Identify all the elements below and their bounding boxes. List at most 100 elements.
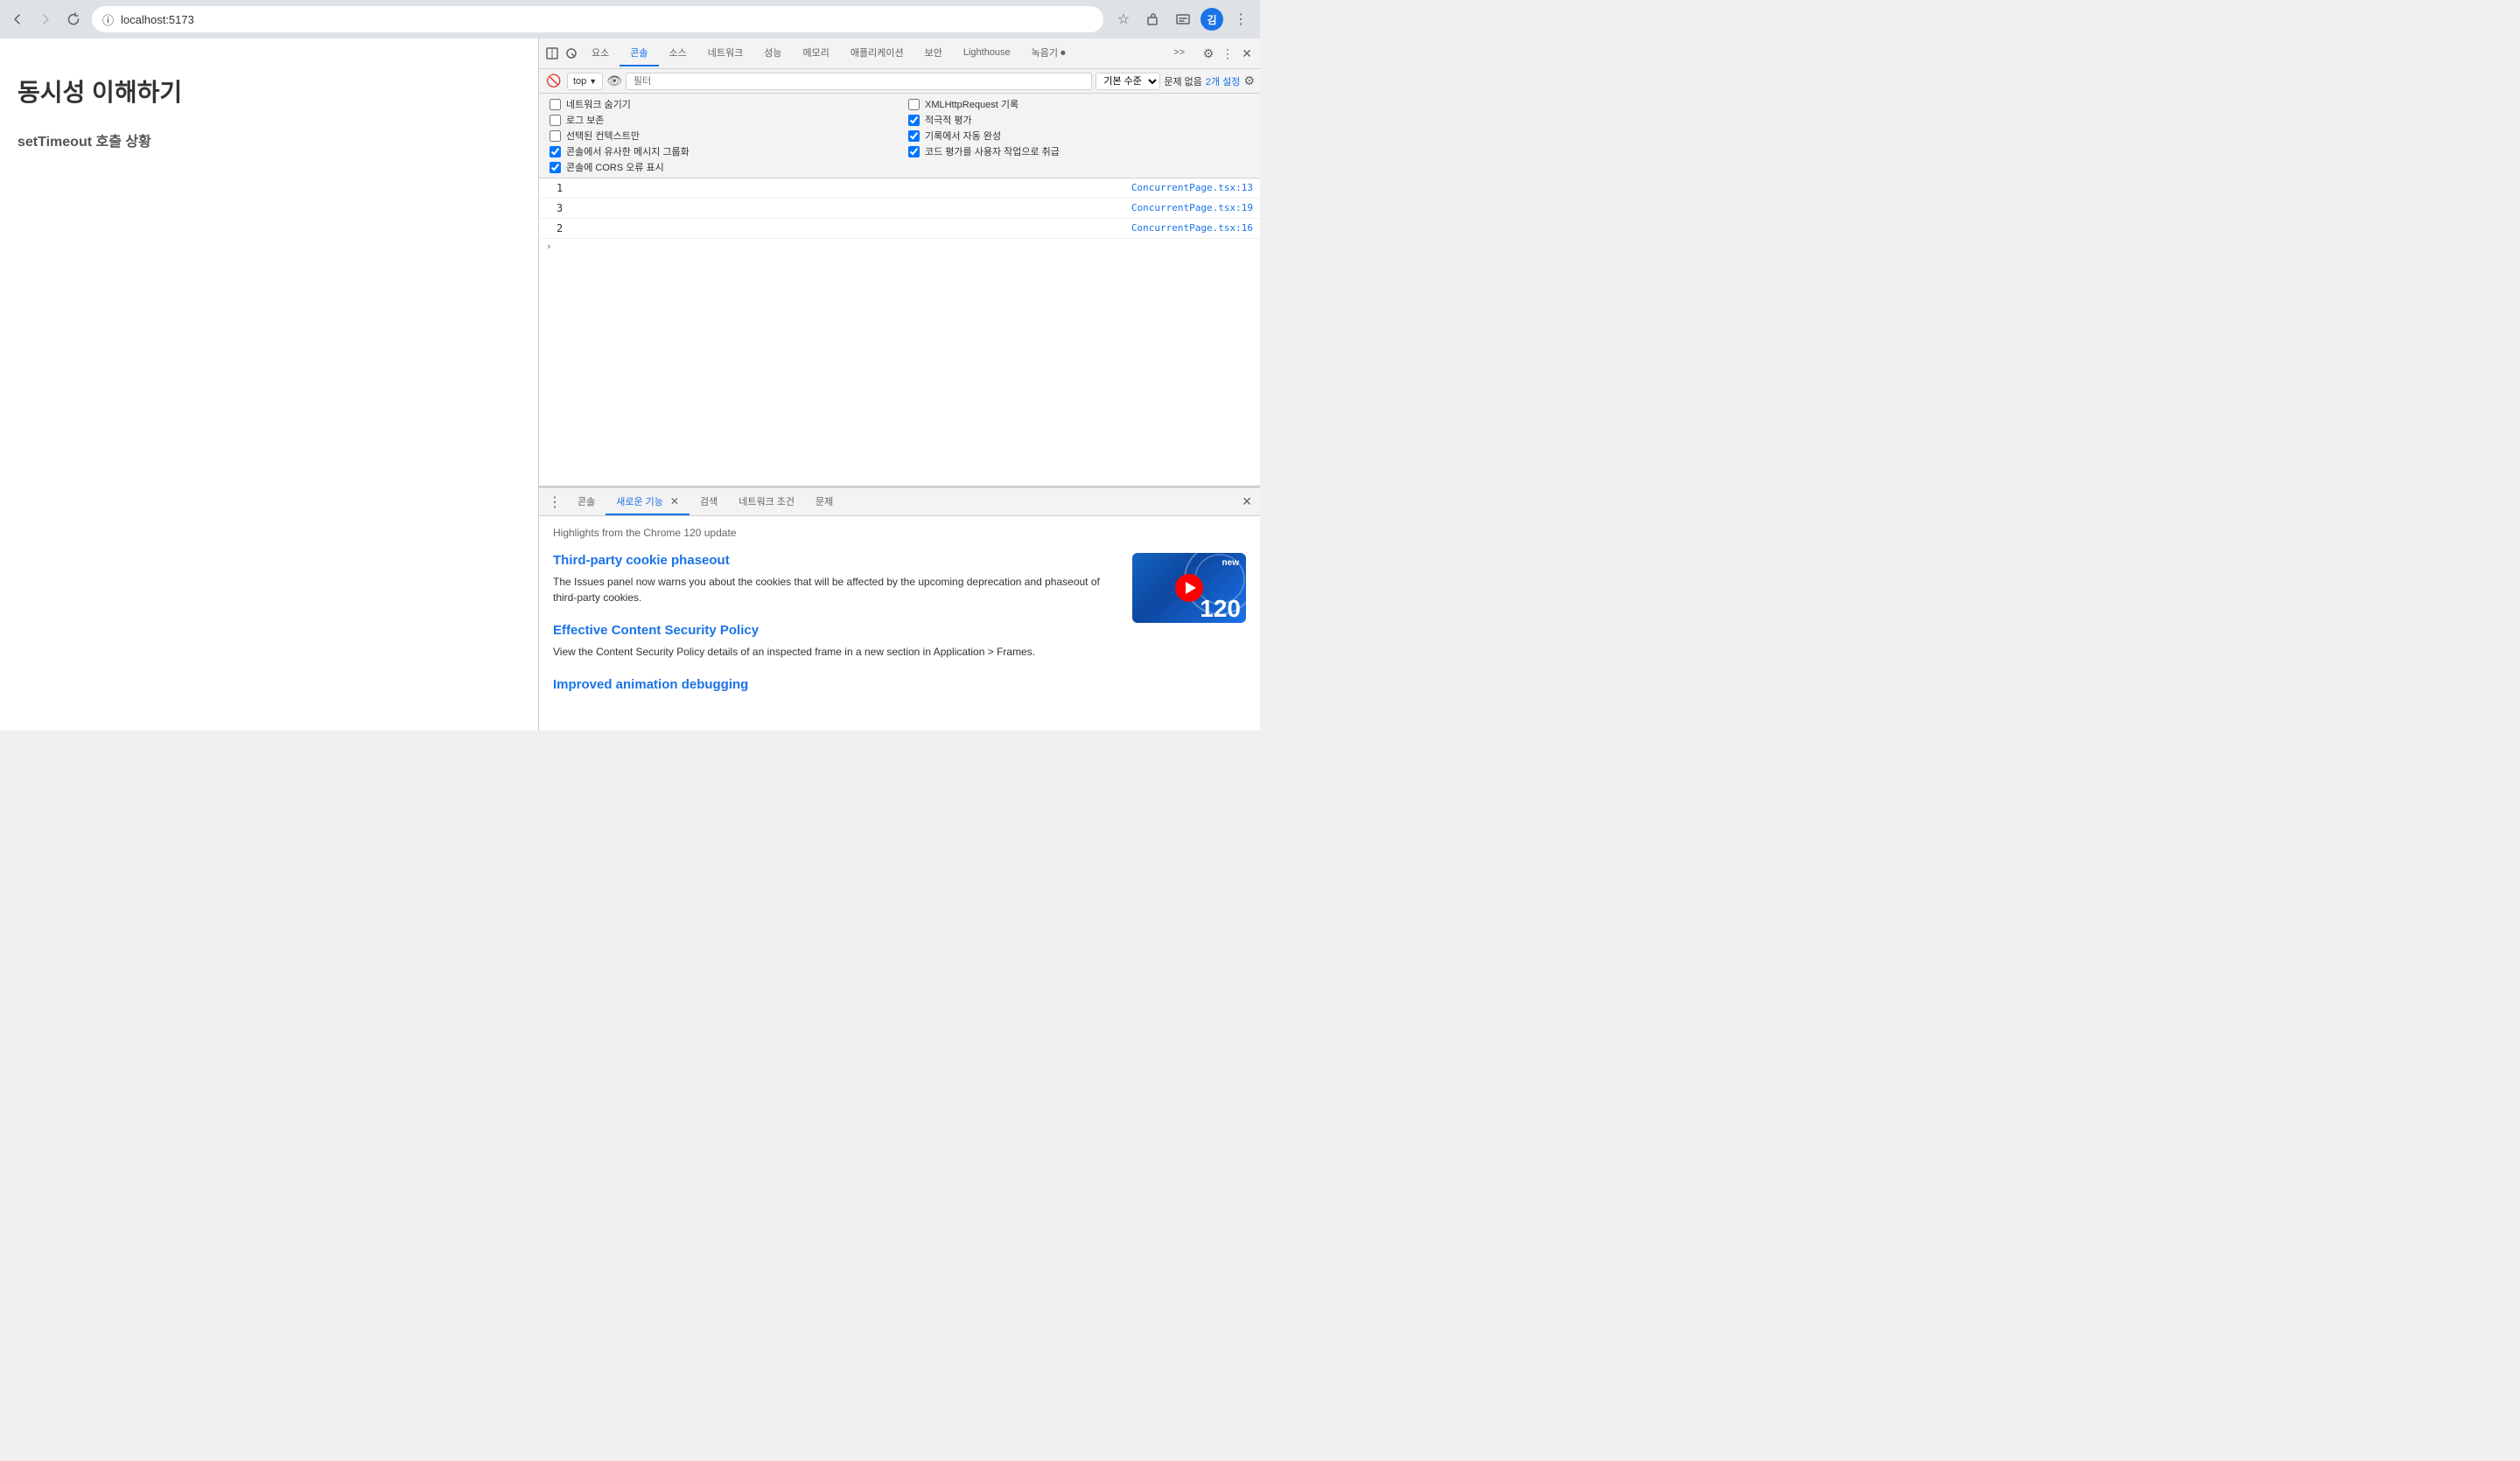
option-xmlhttp-checkbox[interactable] <box>908 99 920 110</box>
issues-count: 2개 설정 <box>1206 74 1241 88</box>
url-text: localhost:5173 <box>121 13 194 26</box>
option-cors-errors[interactable]: 콘솔에 CORS 오류 표시 <box>550 160 891 174</box>
address-bar[interactable]: ⓘ localhost:5173 <box>91 5 1104 33</box>
thumbnail-new-label: new <box>1222 558 1239 568</box>
option-log-preserve-checkbox[interactable] <box>550 115 561 126</box>
tab-memory[interactable]: 메모리 <box>792 40 839 66</box>
tab-application[interactable]: 애플리케이션 <box>840 40 914 66</box>
console-value-2: 2 <box>556 220 574 236</box>
devtools-settings-button[interactable]: ⚙ <box>1199 44 1218 63</box>
context-selector[interactable]: top ▼ <box>567 73 603 90</box>
option-network-hide-checkbox[interactable] <box>550 99 561 110</box>
bottom-menu-icon[interactable]: ⋮ <box>542 493 567 511</box>
eye-icon[interactable]: 👁 <box>606 73 622 88</box>
tab-lighthouse[interactable]: Lighthouse <box>953 42 1021 65</box>
bottom-tab-issues[interactable]: 문제 <box>805 489 844 515</box>
option-cors-errors-checkbox[interactable] <box>550 162 561 173</box>
profile-avatar[interactable]: 김 <box>1200 8 1223 31</box>
whatsnew-header: Highlights from the Chrome 120 update <box>553 527 1246 539</box>
devtools-tabs: 요소 콘솔 소스 네트워크 성능 메모리 애플리케이션 <box>539 38 1260 69</box>
tab-recorder[interactable]: 녹음기 ⏺ <box>1021 40 1076 66</box>
option-selected-context-checkbox[interactable] <box>550 130 561 142</box>
option-autocomplete-checkbox[interactable] <box>908 130 920 142</box>
devtools-command-menu[interactable] <box>562 44 581 63</box>
option-code-eval[interactable]: 코드 평가를 사용자 작업으로 취급 <box>908 144 1250 158</box>
back-button[interactable] <box>7 9 28 30</box>
page-content: 동시성 이해하기 setTimeout 호출 상황 <box>0 38 538 730</box>
option-group-similar[interactable]: 콘솔에서 유사한 메시지 그룹화 <box>550 144 891 158</box>
console-entry-2: 2 ConcurrentPage.tsx:16 <box>539 219 1260 239</box>
console-filter-input[interactable] <box>626 73 1092 90</box>
tab-more[interactable]: >> <box>1163 42 1195 65</box>
option-autocomplete[interactable]: 기록에서 자동 완성 <box>908 129 1250 143</box>
browser-chrome: ⓘ localhost:5173 ☆ 김 ⋮ 동시성 이해하기 setTimeo… <box>0 0 1260 730</box>
thumbnail-version: 120 <box>1200 597 1241 621</box>
tab-elements[interactable]: 요소 <box>581 40 620 66</box>
page-title: 동시성 이해하기 <box>18 73 521 108</box>
whatsnew-features: Third-party cookie phaseout The Issues p… <box>553 553 1246 710</box>
console-options: 네트워크 숨기기 XMLHttpRequest 기록 로그 보존 적극적 평가 … <box>539 94 1260 178</box>
play-button[interactable] <box>1175 574 1203 602</box>
console-link-1[interactable]: ConcurrentPage.tsx:19 <box>1131 200 1253 216</box>
console-settings-icon[interactable]: ⚙ <box>1243 73 1255 88</box>
bottom-tab-whatsnew[interactable]: 새로운 기능 ✕ <box>606 489 690 515</box>
option-group-similar-checkbox[interactable] <box>550 146 561 157</box>
console-toolbar: 🚫 top ▼ 👁 기본 수준 문제 없음 2개 설정 ⚙ <box>539 69 1260 94</box>
option-network-hide[interactable]: 네트워크 숨기기 <box>550 97 891 111</box>
option-selected-context[interactable]: 선택된 컨텍스트만 <box>550 129 891 143</box>
forward-button[interactable] <box>35 9 56 30</box>
browser-toolbar: ⓘ localhost:5173 ☆ 김 ⋮ <box>0 0 1260 38</box>
console-value-1: 3 <box>556 200 574 216</box>
feature-csp: Effective Content Security Policy View t… <box>553 623 1118 660</box>
feature-cookie-title[interactable]: Third-party cookie phaseout <box>553 553 730 568</box>
console-value-0: 1 <box>556 180 574 196</box>
lock-icon: ⓘ <box>102 11 114 28</box>
log-level-select[interactable]: 기본 수준 <box>1096 73 1160 90</box>
page-subtitle: setTimeout 호출 상황 <box>18 129 521 150</box>
bottom-panel: ⋮ 콘솔 새로운 기능 ✕ 검색 네트워크 조건 문제 <box>539 486 1260 730</box>
tab-security[interactable]: 보안 <box>914 40 953 66</box>
issues-label: 문제 없음 <box>1164 74 1202 88</box>
bottom-tab-search[interactable]: 검색 <box>690 489 728 515</box>
option-eager-eval-checkbox[interactable] <box>908 115 920 126</box>
whatsnew-text: Third-party cookie phaseout The Issues p… <box>553 553 1118 710</box>
console-link-2[interactable]: ConcurrentPage.tsx:16 <box>1131 220 1253 236</box>
bottom-tabs: ⋮ 콘솔 새로운 기능 ✕ 검색 네트워크 조건 문제 <box>539 488 1260 516</box>
extension-button[interactable] <box>1141 7 1166 31</box>
context-dropdown-arrow: ▼ <box>589 77 597 86</box>
bottom-close-button[interactable]: ✕ <box>1237 493 1256 512</box>
feature-animation-title[interactable]: Improved animation debugging <box>553 677 748 692</box>
option-log-preserve[interactable]: 로그 보존 <box>550 113 891 127</box>
option-eager-eval[interactable]: 적극적 평가 <box>908 113 1250 127</box>
console-expand-arrow[interactable]: › <box>539 239 1260 254</box>
tab-console[interactable]: 콘솔 <box>620 40 658 66</box>
bookmark-button[interactable]: ☆ <box>1111 7 1136 31</box>
console-entry-1: 3 ConcurrentPage.tsx:19 <box>539 199 1260 219</box>
feature-cookie: Third-party cookie phaseout The Issues p… <box>553 553 1118 605</box>
option-code-eval-checkbox[interactable] <box>908 146 920 157</box>
feature-animation: Improved animation debugging <box>553 677 1118 693</box>
feature-csp-desc: View the Content Security Policy details… <box>553 644 1118 660</box>
devtools-close-button[interactable]: ✕ <box>1237 44 1256 63</box>
clear-console-button[interactable]: 🚫 <box>544 72 564 91</box>
whatsnew-content: Highlights from the Chrome 120 update Th… <box>539 516 1260 730</box>
whatsnew-close-icon[interactable]: ✕ <box>670 495 679 507</box>
toolbar-actions: ☆ 김 ⋮ <box>1111 7 1253 31</box>
console-entry-0: 1 ConcurrentPage.tsx:13 <box>539 178 1260 199</box>
devtools-layout-toggle[interactable] <box>542 44 562 63</box>
thumbnail-bg: new 120 <box>1132 553 1246 623</box>
bottom-tab-network-conditions[interactable]: 네트워크 조건 <box>728 489 805 515</box>
bottom-tab-console[interactable]: 콘솔 <box>567 489 606 515</box>
tab-performance[interactable]: 성능 <box>753 40 792 66</box>
youtube-thumbnail[interactable]: new 120 <box>1132 553 1246 640</box>
devtools-panel: 요소 콘솔 소스 네트워크 성능 메모리 애플리케이션 <box>538 38 1260 730</box>
chrome-menu-button[interactable]: ⋮ <box>1228 7 1253 31</box>
reload-button[interactable] <box>63 9 84 30</box>
devtools-more-options-button[interactable]: ⋮ <box>1218 44 1237 63</box>
feature-csp-title[interactable]: Effective Content Security Policy <box>553 623 759 638</box>
tab-search-button[interactable] <box>1171 7 1195 31</box>
console-link-0[interactable]: ConcurrentPage.tsx:13 <box>1131 180 1253 196</box>
tab-sources[interactable]: 소스 <box>659 40 697 66</box>
tab-network[interactable]: 네트워크 <box>697 40 753 66</box>
option-xmlhttp[interactable]: XMLHttpRequest 기록 <box>908 97 1250 111</box>
